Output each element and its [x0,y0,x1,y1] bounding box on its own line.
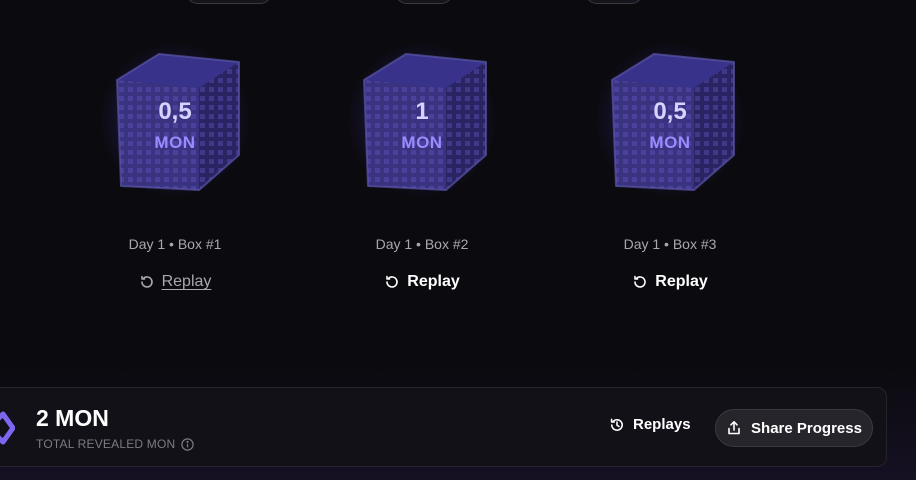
top-pill-partial[interactable] [186,0,272,4]
box-caption: Day 1 • Box #1 [128,236,222,252]
replay-button[interactable]: Replay [317,273,527,291]
summary-bar: 2 MON TOTAL REVEALED MON Replays Share P… [0,387,887,467]
box-unit: MON [649,133,691,152]
box-amount: 0,5 [653,98,687,125]
box-card-3: 0,5 MON Day 1 • Box #3 Replay [565,30,775,310]
monad-logo-icon [0,408,16,448]
box-amount: 0,5 [158,98,192,125]
top-pill-partial[interactable] [585,0,643,4]
replays-label: Replays [633,416,691,433]
mystery-box-cube-icon: 1 MON [346,40,498,198]
box-unit: MON [154,133,196,152]
box-unit: MON [401,133,443,152]
history-icon [609,417,625,433]
replay-icon [384,274,400,290]
info-icon[interactable] [181,437,195,451]
total-revealed-label-text: TOTAL REVEALED MON [36,437,176,451]
replays-button[interactable]: Replays [609,416,691,433]
mystery-box-cube-icon: 0,5 MON [594,40,746,198]
replay-button[interactable]: Replay [70,273,280,291]
replay-label: Replay [161,273,212,290]
replay-button[interactable]: Replay [565,273,775,291]
box-caption: Day 1 • Box #3 [623,236,717,252]
replay-icon [632,274,648,290]
share-progress-button[interactable]: Share Progress [715,409,873,447]
replay-label: Replay [655,273,708,290]
share-icon [726,420,742,436]
box-card-1: 0,5 MON Day 1 • Box #1 Replay [70,30,280,310]
total-revealed-value: 2 MON [36,405,109,431]
box-amount: 1 [415,98,429,125]
replay-label: Replay [407,273,460,290]
box-card-2: 1 MON Day 1 • Box #2 Replay [317,30,527,310]
total-revealed-label: TOTAL REVEALED MON [36,437,195,451]
replay-icon [139,274,155,290]
top-pill-partial[interactable] [395,0,453,4]
box-caption: Day 1 • Box #2 [375,236,469,252]
mystery-box-cube-icon: 0,5 MON [99,40,251,198]
share-progress-label: Share Progress [751,419,862,437]
